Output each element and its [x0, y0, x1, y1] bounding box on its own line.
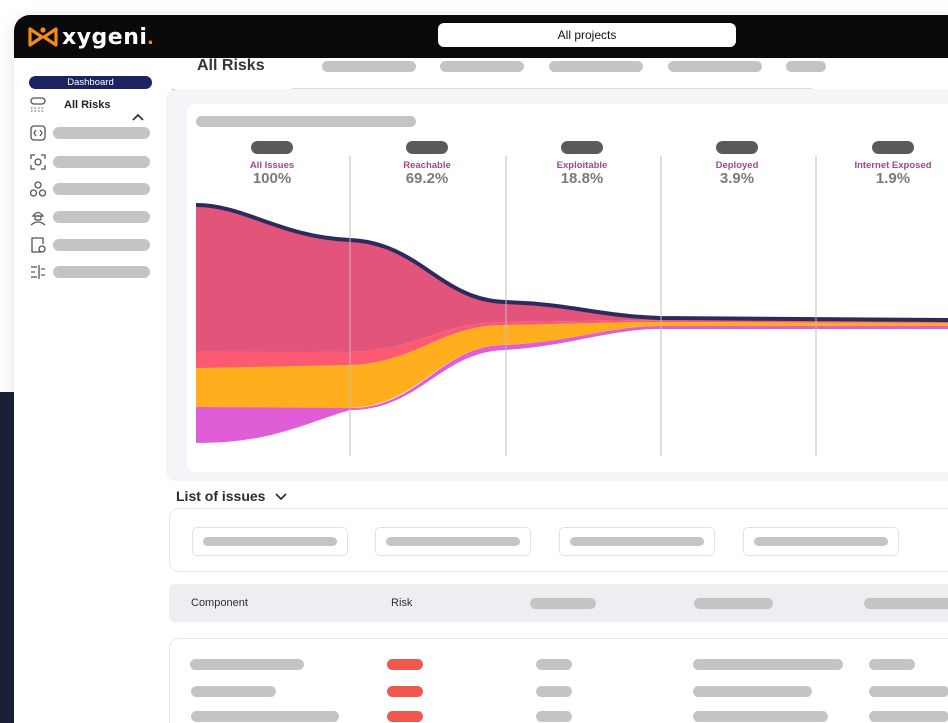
filter-dropdown[interactable]: [375, 527, 531, 556]
funnel-stage-reachable[interactable]: Reachable 69.2%: [367, 141, 487, 186]
filter-dropdown[interactable]: [743, 527, 899, 556]
column-header-risk[interactable]: Risk: [391, 597, 412, 609]
risk-indicator: [387, 711, 423, 722]
column-header-placeholder[interactable]: [530, 598, 596, 609]
funnel-stage-all-issues[interactable]: All Issues 100%: [212, 141, 332, 186]
cell-placeholder: [693, 659, 843, 670]
stage-count-placeholder: [561, 141, 603, 154]
issues-table-body: [169, 638, 948, 723]
filter-dropdown[interactable]: [559, 527, 715, 556]
risk-indicator: [387, 659, 423, 670]
stage-count-placeholder: [251, 141, 293, 154]
cell-placeholder: [869, 659, 915, 670]
cell-placeholder: [536, 711, 572, 722]
column-header-component[interactable]: Component: [191, 597, 248, 609]
stage-percent: 69.2%: [405, 170, 449, 187]
stage-count-placeholder: [716, 141, 758, 154]
issues-list-toggle[interactable]: List of issues: [176, 488, 288, 504]
cell-placeholder: [536, 686, 572, 697]
risk-indicator: [387, 686, 423, 697]
funnel-stage-internet-exposed[interactable]: Internet Exposed 1.9%: [828, 141, 948, 186]
funnel-stage-exploitable[interactable]: Exploitable 18.8%: [522, 141, 642, 186]
component-placeholder: [191, 686, 276, 697]
stage-percent: 1.9%: [875, 170, 911, 187]
filter-dropdown[interactable]: [192, 527, 348, 556]
stage-count-placeholder: [406, 141, 448, 154]
stage-count-placeholder: [872, 141, 914, 154]
component-placeholder: [190, 659, 304, 670]
cell-placeholder: [693, 686, 812, 697]
stage-percent: 100%: [252, 170, 292, 187]
filters-bar: [169, 508, 948, 572]
funnel-stage-deployed[interactable]: Deployed 3.9%: [677, 141, 797, 186]
chevron-down-icon: [275, 493, 288, 501]
component-placeholder: [191, 711, 339, 722]
column-header-placeholder[interactable]: [694, 598, 773, 609]
filter-placeholder: [386, 537, 520, 546]
cell-placeholder: [536, 659, 572, 670]
filter-placeholder: [754, 537, 888, 546]
cell-placeholder: [693, 711, 828, 722]
stage-percent: 3.9%: [719, 170, 755, 187]
stage-percent: 18.8%: [560, 170, 604, 187]
issues-list-title: List of issues: [176, 488, 266, 504]
issues-table-header: Component Risk: [169, 584, 948, 622]
filter-placeholder: [570, 537, 704, 546]
filter-placeholder: [203, 537, 337, 546]
column-header-placeholder[interactable]: [864, 598, 948, 609]
cell-placeholder: [869, 686, 948, 697]
cell-placeholder: [869, 711, 948, 722]
